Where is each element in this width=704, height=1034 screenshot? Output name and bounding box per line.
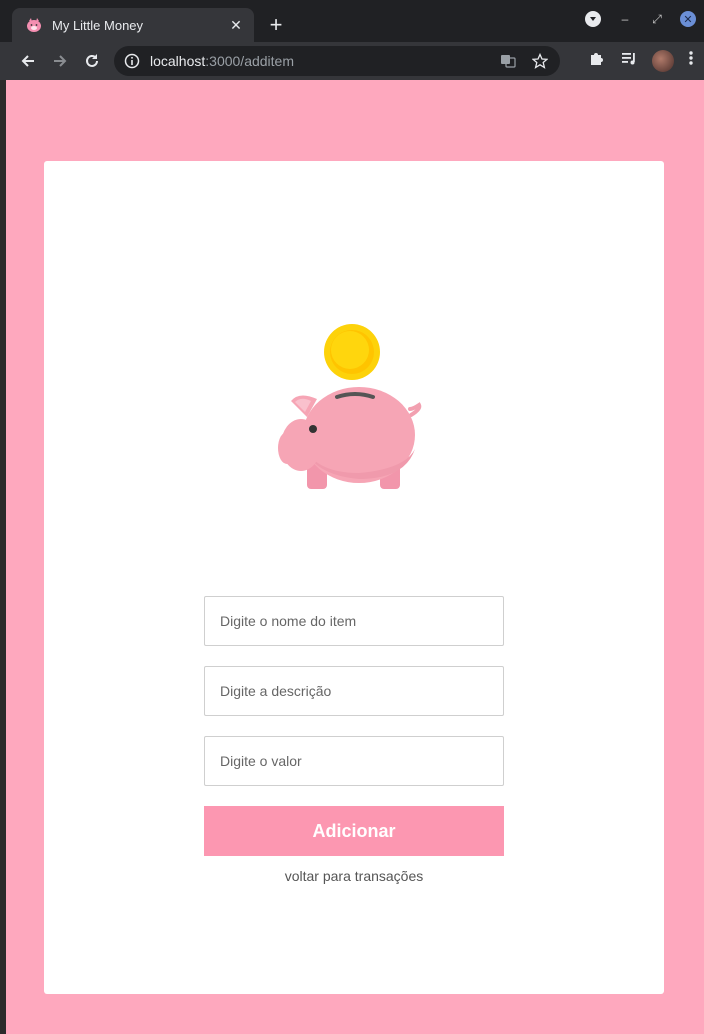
window-close-icon[interactable]: ✕ [680,11,696,27]
tab-title: My Little Money [52,17,144,33]
add-button[interactable]: Adicionar [204,806,504,856]
window-controls: – ⤢ ✕ [584,10,696,28]
star-icon[interactable] [530,51,550,71]
restore-icon[interactable]: ⤢ [648,10,666,28]
minimize-icon[interactable]: – [616,10,634,28]
tab-search-icon[interactable] [584,10,602,28]
add-item-card: Adicionar voltar para transações [44,161,664,994]
pig-icon [26,17,42,33]
description-input[interactable] [204,666,504,716]
piggy-bank-logo [277,323,433,501]
close-icon[interactable]: ✕ [228,17,244,33]
arrow-right-icon[interactable] [44,45,76,77]
reload-icon[interactable] [76,45,108,77]
browser-tab[interactable]: My Little Money ✕ [12,8,254,42]
url-text: localhost:3000/additem [150,53,486,69]
address-bar[interactable]: localhost:3000/additem [114,46,560,76]
info-icon[interactable] [124,53,140,69]
back-to-transactions-link[interactable]: voltar para transações [204,868,504,884]
translate-icon[interactable] [498,51,518,71]
page-background: Adicionar voltar para transações [6,80,704,1034]
value-input[interactable] [204,736,504,786]
plus-icon[interactable]: + [264,12,288,37]
add-item-form: Adicionar voltar para transações [204,596,504,884]
avatar[interactable] [652,49,674,72]
extensions-area [588,49,694,72]
item-name-input[interactable] [204,596,504,646]
playlist-icon[interactable] [620,49,638,72]
kebab-menu-icon[interactable] [688,49,694,72]
puzzle-icon[interactable] [588,49,606,72]
browser-tab-bar: My Little Money ✕ + – ⤢ ✕ [0,0,704,42]
url-host: localhost [150,53,206,69]
url-path: :3000/additem [205,53,294,69]
browser-toolbar: localhost:3000/additem [0,42,704,80]
arrow-left-icon[interactable] [12,45,44,77]
